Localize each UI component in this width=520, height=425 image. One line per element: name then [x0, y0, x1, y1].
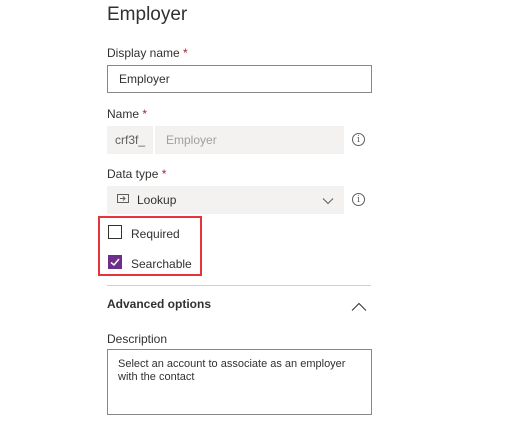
chevron-down-icon — [322, 194, 334, 208]
required-marker: * — [161, 167, 167, 181]
description-textarea[interactable]: Select an account to associate as an emp… — [107, 349, 372, 415]
data-type-value: Lookup — [137, 193, 177, 207]
lookup-icon — [117, 194, 129, 206]
name-value: Employer — [166, 133, 217, 147]
name-label-text: Name — [107, 107, 140, 121]
required-marker: * — [142, 107, 148, 121]
page-title: Employer — [107, 4, 188, 25]
searchable-checkbox[interactable] — [108, 255, 122, 269]
advanced-options-header[interactable]: Advanced options — [107, 297, 211, 311]
required-label: Required — [131, 227, 180, 241]
name-label: Name * — [107, 107, 147, 121]
data-type-select[interactable]: Lookup — [107, 186, 344, 214]
data-type-label: Data type * — [107, 167, 166, 181]
required-marker: * — [183, 46, 188, 60]
info-icon[interactable]: i — [352, 193, 365, 206]
schema-prefix: crf3f_ — [107, 126, 153, 154]
info-icon[interactable]: i — [352, 133, 365, 146]
searchable-label: Searchable — [131, 257, 192, 271]
display-name-label: Display name * — [107, 46, 188, 60]
description-label: Description — [107, 332, 168, 346]
display-name-label-text: Display name — [107, 46, 180, 60]
required-checkbox[interactable] — [108, 225, 122, 239]
checkmark-icon — [110, 258, 120, 267]
description-value: Select an account to associate as an emp… — [118, 358, 346, 383]
display-name-input[interactable]: Employer — [107, 65, 372, 93]
data-type-label-text: Data type — [107, 167, 159, 181]
chevron-up-icon[interactable] — [351, 299, 367, 317]
display-name-value: Employer — [119, 72, 170, 86]
section-divider — [107, 285, 371, 286]
name-input: Employer — [155, 126, 344, 154]
